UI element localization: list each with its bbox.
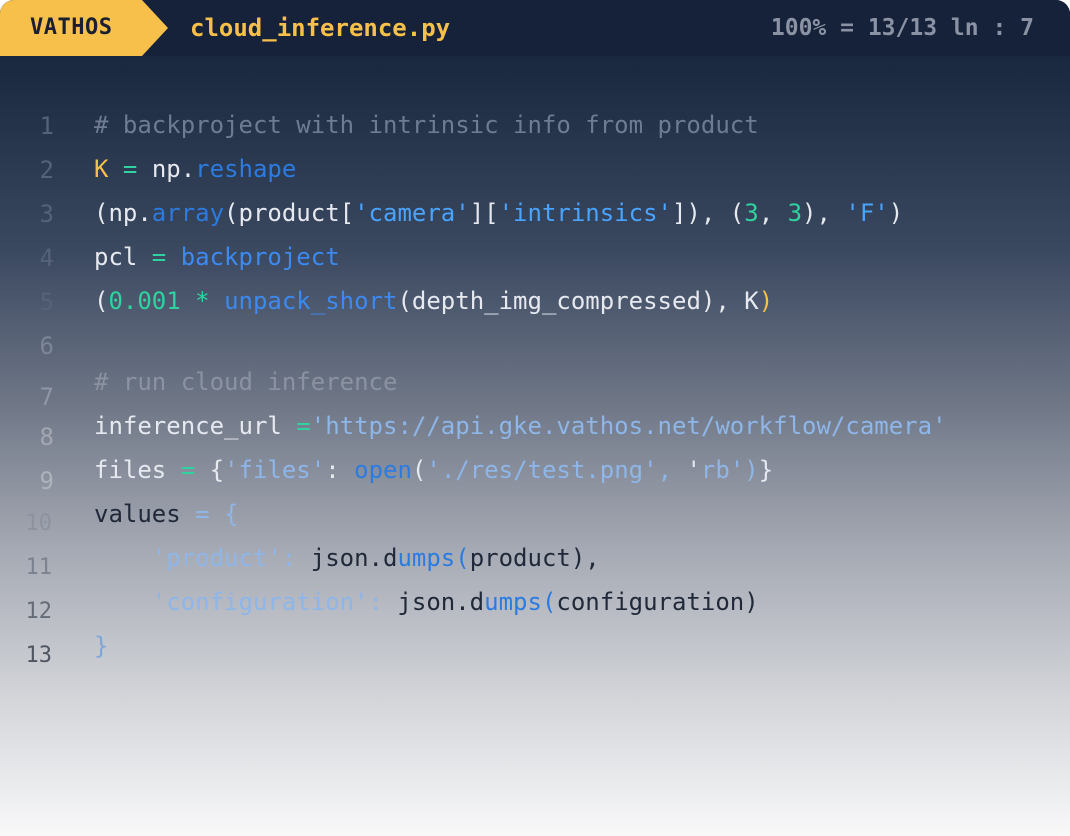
brand-label: VATHOS (30, 15, 113, 40)
code-line-4[interactable]: 4 pcl = backproject (0, 243, 1070, 287)
code-line-12[interactable]: 12 'configuration': json.dumps(configura… (0, 588, 1070, 633)
line-number: 9 (39, 467, 54, 495)
line-number: 6 (39, 332, 54, 360)
code-line-11[interactable]: 11 'product': json.dumps(product), (0, 544, 1070, 589)
line-number: 11 (25, 555, 53, 580)
code-line-3[interactable]: 3 (np.array(product['camera']['intrinsic… (0, 199, 1070, 243)
line-number: 2 (39, 156, 54, 184)
line-content: 'configuration': json.dumps(configuratio… (151, 588, 759, 616)
line-content: } (94, 632, 109, 660)
code-line-8[interactable]: 8 inference_url ='https://api.gke.vathos… (0, 412, 1070, 457)
code-line-10[interactable]: 10 values = { (0, 500, 1070, 545)
line-content: (np.array(product['camera']['intrinsics'… (94, 199, 904, 227)
line-number: 5 (39, 288, 54, 316)
line-content: files = {'files': open('./res/test.png',… (94, 456, 774, 484)
cursor-position: 100% = 13/13 ln : 7 (770, 15, 1034, 41)
line-content: inference_url ='https://api.gke.vathos.n… (94, 412, 947, 440)
file-name: cloud_inference.py (190, 14, 451, 42)
line-number: 4 (39, 244, 54, 272)
line-content: 'product': json.dumps(product), (151, 544, 600, 572)
line-number: 3 (39, 200, 54, 228)
line-content: pcl = backproject (94, 243, 340, 271)
code-line-9[interactable]: 9 files = {'files': open('./res/test.png… (0, 456, 1070, 501)
code-line-7[interactable]: 7 # run cloud inference (0, 368, 1070, 413)
line-content: K = np.reshape (94, 155, 297, 183)
line-number: 8 (39, 423, 54, 451)
line-content: # run cloud inference (94, 368, 398, 396)
line-number: 12 (25, 599, 53, 624)
code-line-2[interactable]: 2 K = np.reshape (0, 155, 1070, 199)
line-number: 13 (25, 643, 53, 668)
code-line-5[interactable]: 5 (0.001 * unpack_short(depth_img_compre… (0, 287, 1070, 331)
line-number: 7 (39, 383, 54, 411)
status-bar: VATHOS cloud_inference.py 100% = 13/13 l… (0, 0, 1070, 56)
line-number: 1 (39, 112, 54, 140)
line-content: # backproject with intrinsic info from p… (94, 111, 759, 139)
editor-window: VATHOS cloud_inference.py 100% = 13/13 l… (0, 0, 1070, 836)
code-area[interactable]: 1 # backproject with intrinsic info from… (0, 111, 1070, 677)
code-line-1[interactable]: 1 # backproject with intrinsic info from… (0, 111, 1070, 155)
line-content: values = { (94, 500, 239, 528)
line-content: (0.001 * unpack_short(depth_img_compress… (94, 287, 774, 315)
line-number: 10 (25, 511, 53, 536)
code-line-13[interactable]: 13 } (0, 632, 1070, 677)
